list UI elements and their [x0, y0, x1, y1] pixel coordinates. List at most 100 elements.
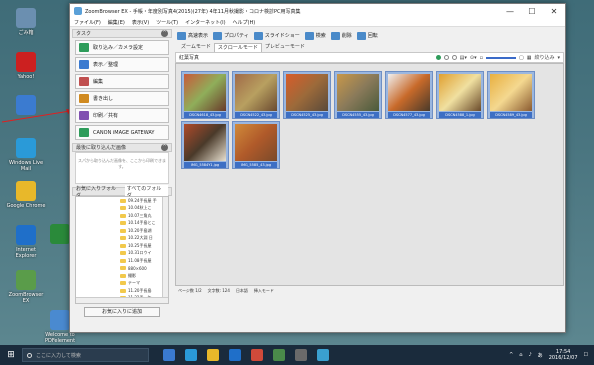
task-button[interactable]: 書き出し: [75, 91, 169, 106]
photo-thumbnail[interactable]: DSCN4618_43.jpg: [181, 71, 229, 119]
task-list: 取り込み／カメラ設定表示／整理編集書き出し印刷／共有 CANON iMAGE GA…: [72, 40, 172, 140]
maximize-button[interactable]: ☐: [521, 7, 543, 16]
app-shortcut-icon: [16, 181, 36, 201]
folder-tree-item[interactable]: 撮影: [76, 272, 168, 280]
photo-filename: DSCN4577_43.jpg: [388, 112, 430, 118]
desktop-icon[interactable]: Yahoo!: [6, 52, 46, 80]
photo-image: [235, 74, 277, 111]
thumbnail-size-slider[interactable]: [486, 56, 516, 59]
sort-icon[interactable]: ▤▾: [460, 55, 467, 61]
folder-tree-item[interactable]: 11.08手長屋: [76, 257, 168, 265]
status-mode: 挿入モード: [253, 287, 274, 293]
add-favorite-button[interactable]: お気に入りに追加: [84, 307, 160, 317]
taskbar-app-icon[interactable]: [229, 349, 241, 361]
toolbar-button[interactable]: 回転: [356, 31, 378, 40]
folder-tree[interactable]: 09.24手長屋 手 10.04秋上こ 10.07三角丸 10.14手島とこ 10.20…: [75, 196, 169, 304]
folder-name: 10.22大淵 日: [128, 235, 153, 241]
folder-tree-item[interactable]: 11.20手長島: [76, 287, 168, 295]
notification-icon[interactable]: ☐: [584, 352, 588, 358]
photo-thumbnail[interactable]: DSCN4555_43.jpg: [334, 71, 382, 119]
taskbar-app-icon[interactable]: [251, 349, 263, 361]
taskbar-app-icon[interactable]: [317, 349, 329, 361]
menu-internet[interactable]: インターネット(I): [185, 19, 225, 26]
toolbar-button[interactable]: 削除: [330, 31, 352, 40]
photo-image: [439, 74, 481, 111]
filter-label[interactable]: 絞り込み: [534, 54, 554, 61]
zoombrowser-window: ZoomBrowser EX - 手帳・年度別写真4(2015)(27年) 4年…: [69, 3, 566, 333]
photo-thumbnail[interactable]: DSCN4522_43.jpg: [232, 71, 280, 119]
menu-view[interactable]: 表示(V): [132, 19, 149, 26]
taskbar-app-icon[interactable]: [185, 349, 197, 361]
menu-help[interactable]: ヘルプ(H): [233, 19, 256, 26]
task-button[interactable]: 編集: [75, 74, 169, 89]
green-dot-icon[interactable]: [435, 55, 441, 60]
folder-tree-item[interactable]: 09.24手長屋 手: [76, 197, 168, 205]
folder-tree-item[interactable]: 10.22大淵 日: [76, 235, 168, 243]
photo-thumbnail[interactable]: DSCN4525_43.jpg: [283, 71, 331, 119]
tray-chevron-icon[interactable]: ^: [509, 352, 513, 358]
clock[interactable]: 17:54 2016/12/07: [549, 349, 578, 361]
filter-icon[interactable]: ▦: [527, 55, 532, 61]
tab-zoom-mode[interactable]: ズームモード: [178, 43, 214, 52]
desktop-icon[interactable]: Google Chrome: [6, 181, 46, 209]
photo-thumbnail[interactable]: IMG_5584Y1.jpg: [181, 121, 229, 169]
taskbar-app-icon[interactable]: [295, 349, 307, 361]
taskbar-app-icon[interactable]: [207, 349, 219, 361]
network-icon[interactable]: ⌂: [519, 352, 522, 358]
circle-icon[interactable]: [443, 55, 449, 60]
desktop-icon[interactable]: ZoomBrowser EX: [6, 270, 46, 304]
collapse-icon[interactable]: ^: [161, 144, 168, 151]
volume-icon[interactable]: ♪: [528, 352, 531, 358]
folder-tree-item[interactable]: 10.14手島とこ: [76, 220, 168, 228]
folder-tree-item[interactable]: 10.04秋上こ: [76, 205, 168, 213]
minimize-button[interactable]: —: [499, 7, 521, 16]
folder-tree-item[interactable]: 10.25手長屋: [76, 242, 168, 250]
options-icon[interactable]: ⊙▾: [470, 55, 477, 61]
tab-scroll-mode[interactable]: スクロールモード: [213, 43, 262, 52]
tree-horizontal-scrollbar[interactable]: [76, 297, 168, 303]
folder-tree-item[interactable]: 10.20手島湖: [76, 227, 168, 235]
task-label: 取り込み／カメラ設定: [93, 45, 144, 51]
rotate-icon: [356, 31, 366, 40]
main-toolbar: 高速表示 プロパティ スライドショー 検索 削除 回転: [175, 29, 564, 42]
chevron-down-icon[interactable]: ▾: [557, 55, 560, 61]
toolbar-button[interactable]: 高速表示: [177, 31, 208, 40]
windows-start-icon[interactable]: ⊞: [0, 345, 22, 365]
toolbar-button[interactable]: スライドショー: [253, 31, 300, 40]
folder-tree-item[interactable]: 10.07三角丸: [76, 212, 168, 220]
taskbar-app-icon[interactable]: [163, 349, 175, 361]
photo-image: [337, 74, 379, 111]
folder-name: 10.14手島とこ: [128, 220, 156, 226]
photo-thumbnail[interactable]: DSCN4589_43.jpg: [487, 71, 535, 119]
desktop-icon[interactable]: ごみ箱: [6, 8, 46, 36]
circle-icon[interactable]: [451, 55, 457, 60]
red-arrow-annotation: [1, 109, 74, 123]
collapse-icon[interactable]: ^: [161, 30, 168, 37]
task-button[interactable]: 印刷／共有: [75, 108, 169, 123]
desc-panel-header: 最後に取り込んだ画像 ^: [72, 143, 172, 152]
task-button[interactable]: 取り込み／カメラ設定: [75, 40, 169, 55]
tab-preview-mode[interactable]: プレビューモード: [262, 43, 308, 52]
toolbar-button[interactable]: プロパティ: [213, 31, 249, 40]
tree-vertical-scrollbar[interactable]: [162, 197, 168, 303]
toolbar-button[interactable]: 検索: [304, 31, 326, 40]
taskbar-search[interactable]: ここに入力して検索: [22, 348, 149, 362]
menu-tools[interactable]: ツール(T): [156, 19, 178, 26]
size-small-icon: ▫: [479, 54, 483, 61]
photo-image: [184, 74, 226, 111]
task-button[interactable]: CANON iMAGE GATEWAY: [75, 125, 169, 140]
folder-tree-item[interactable]: テーマ: [76, 280, 168, 288]
menu-file[interactable]: ファイル(F): [74, 19, 101, 26]
photo-image: [286, 74, 328, 111]
taskbar-app-icon[interactable]: [273, 349, 285, 361]
task-button[interactable]: 表示／整理: [75, 57, 169, 72]
ime-icon[interactable]: あ: [538, 352, 543, 359]
photo-thumbnail[interactable]: DSCN4577_43.jpg: [385, 71, 433, 119]
photo-thumbnail[interactable]: DSCN4588_1.jpg: [436, 71, 484, 119]
desktop-icon[interactable]: Windows Live Mail: [6, 138, 46, 172]
folder-tree-item[interactable]: 880×600: [76, 265, 168, 273]
folder-tree-item[interactable]: 10.31ロウイ: [76, 250, 168, 258]
close-button[interactable]: ✕: [543, 7, 565, 16]
photo-thumbnail[interactable]: IMG_5585_43.jpg: [232, 121, 280, 169]
menu-edit[interactable]: 編集(E): [108, 19, 125, 26]
